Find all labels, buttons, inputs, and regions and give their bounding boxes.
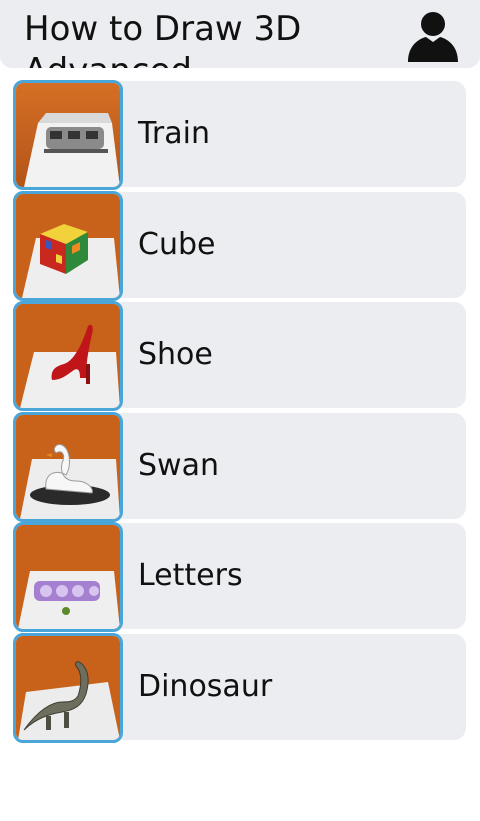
item-label: Cube [138,227,216,262]
item-label: Train [138,116,210,151]
swan-drawing-icon [16,415,120,519]
item-label: Dinosaur [138,669,273,704]
thumbnail-cube [13,191,123,301]
train-drawing-icon [16,83,120,187]
rubiks-cube-drawing-icon [16,194,120,298]
list-item-swan[interactable]: Swan [13,412,466,522]
list-item-shoe[interactable]: Shoe [13,301,466,411]
item-label: Shoe [138,337,213,372]
thumbnail-letters [13,522,123,632]
list-item-cube[interactable]: Cube [13,191,466,301]
thumbnail-train [13,80,123,190]
list-item-train[interactable]: Train [13,80,466,190]
item-label: Swan [138,448,219,483]
list-item-letters[interactable]: Letters [13,522,466,632]
high-heel-shoe-drawing-icon [16,304,120,408]
app-header: How to Draw 3D Advanced [0,0,480,68]
page-title: How to Draw 3D Advanced [24,9,302,68]
thumbnail-swan [13,412,123,522]
thumbnail-shoe [13,301,123,411]
letters-drawing-icon [16,525,120,629]
thumbnail-dinosaur [13,633,123,743]
item-label: Letters [138,558,243,593]
person-silhouette-icon [408,12,458,62]
dinosaur-drawing-icon [16,636,120,740]
profile-button[interactable] [404,6,462,64]
list-item-dinosaur[interactable]: Dinosaur [13,633,466,743]
